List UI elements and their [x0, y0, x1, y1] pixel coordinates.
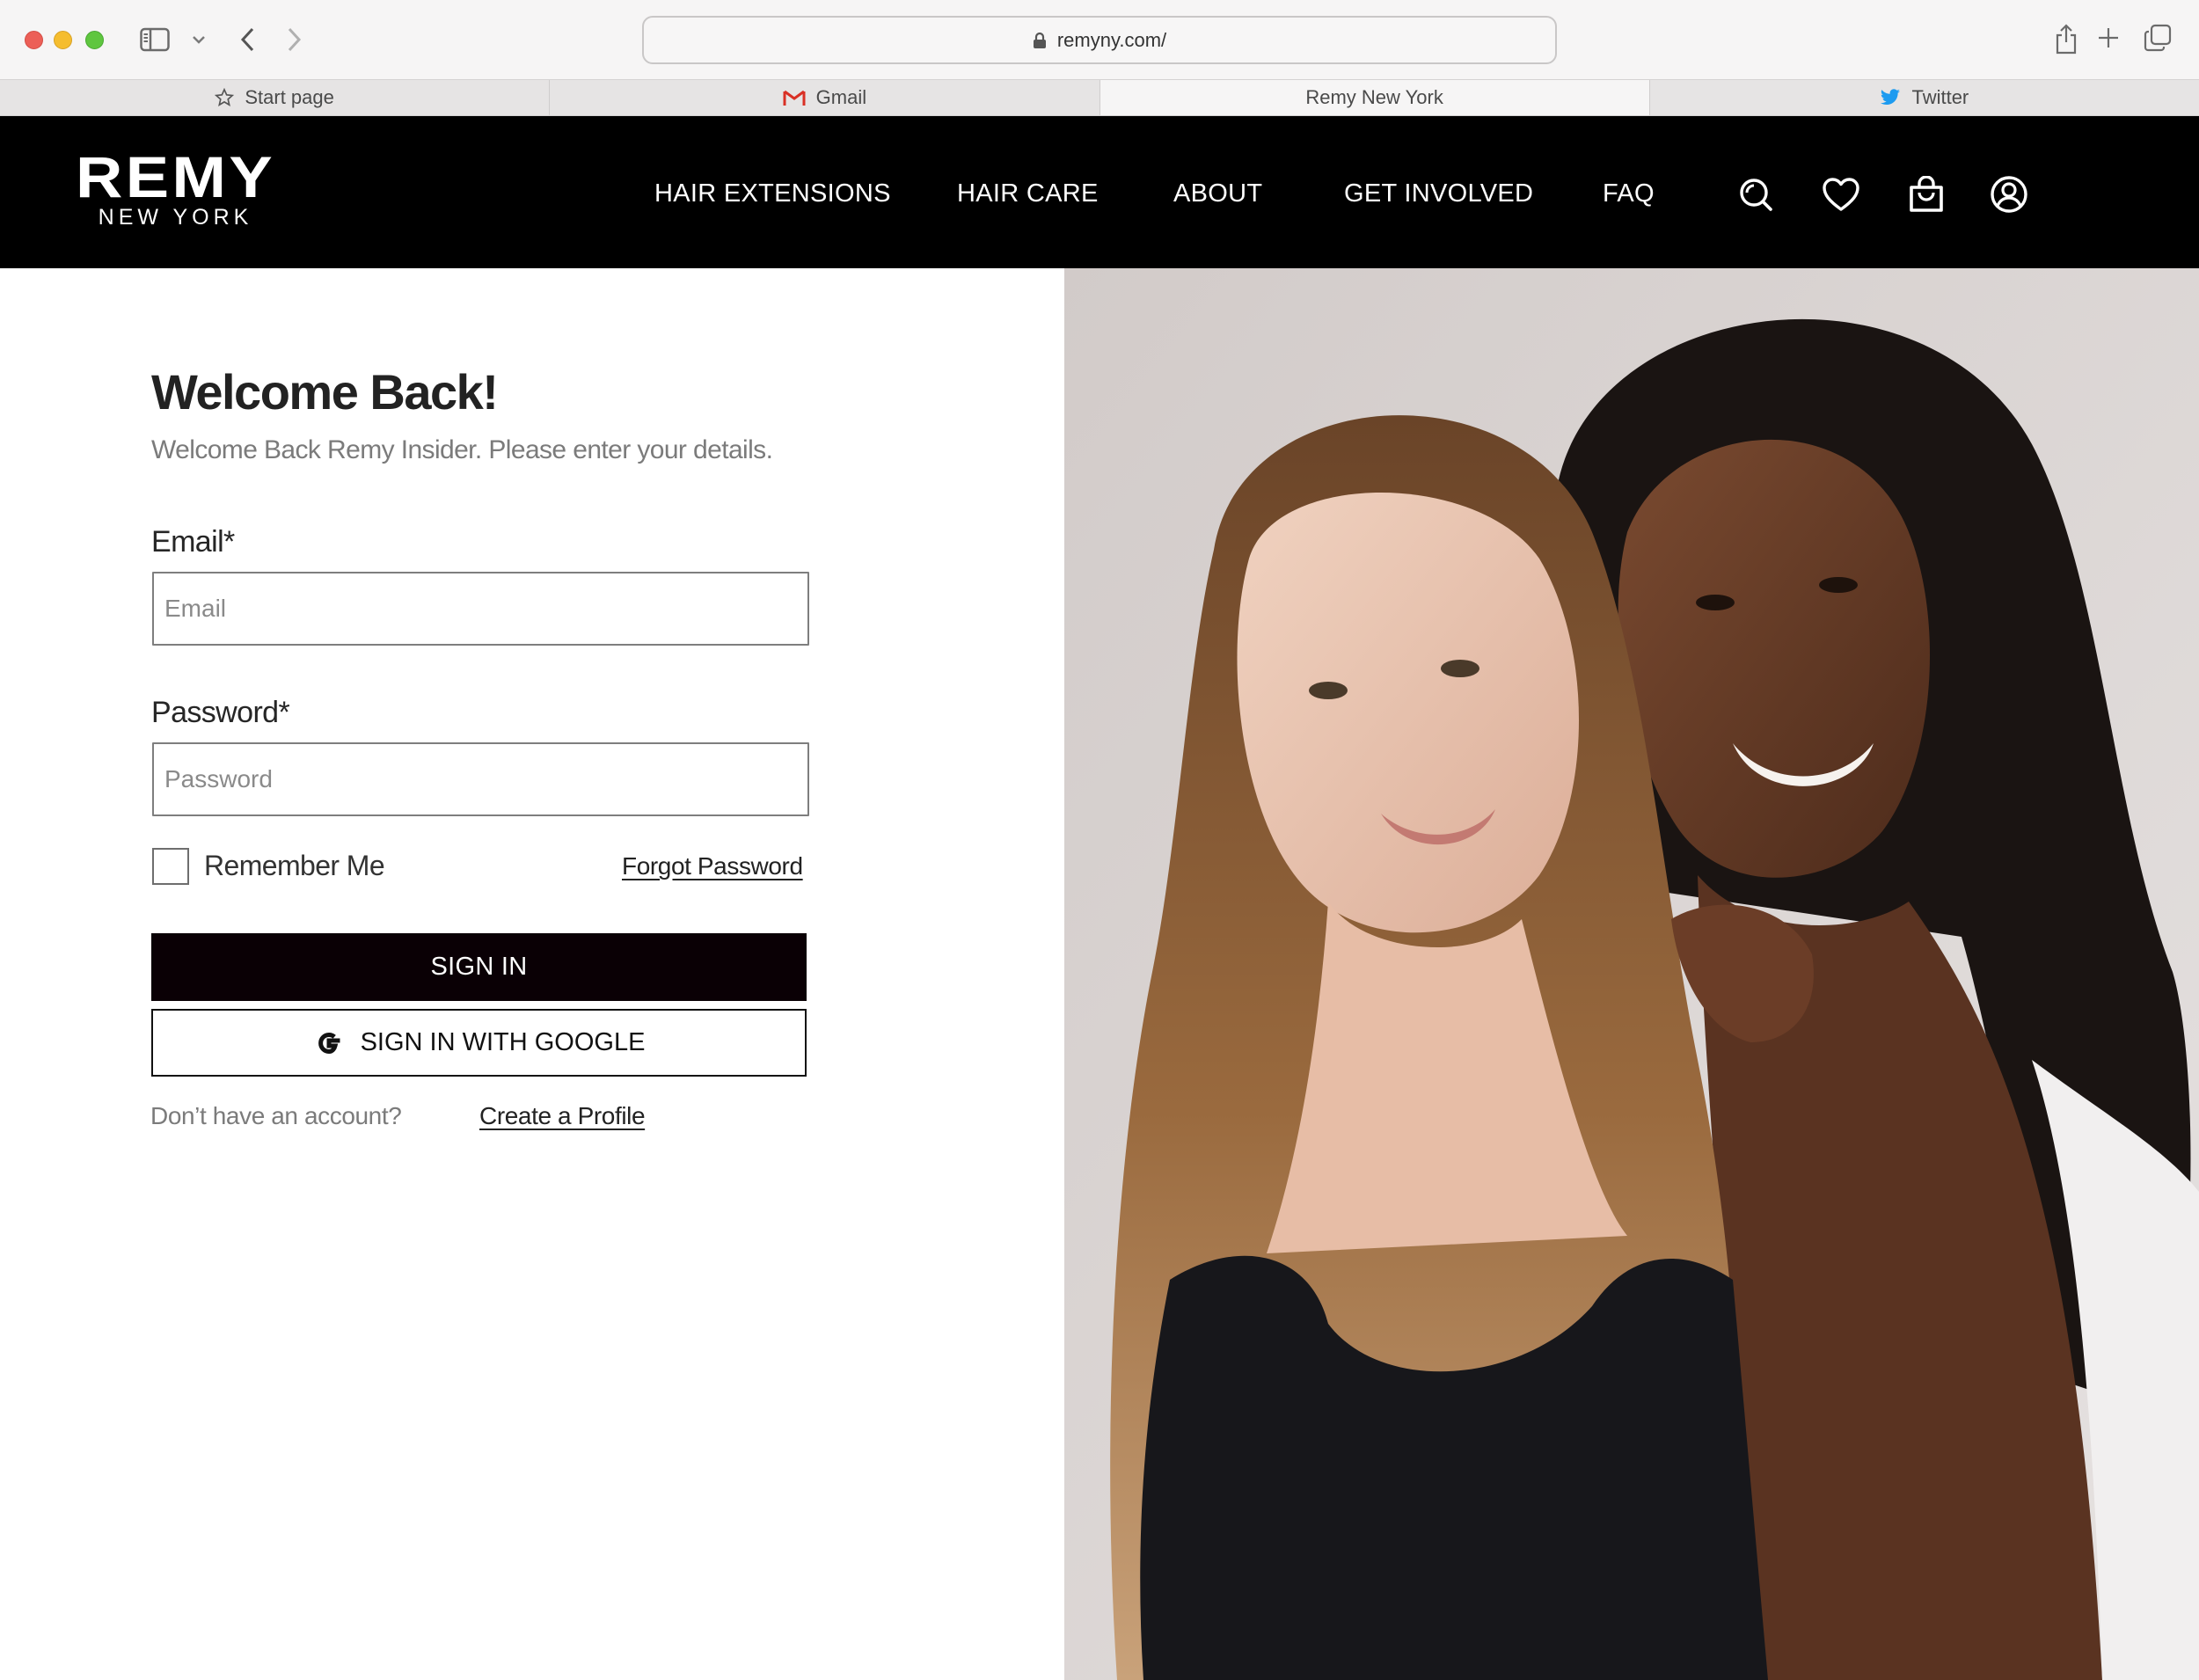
tab-label: Remy New York [1305, 86, 1443, 108]
tab-label: Twitter [1911, 86, 1969, 108]
tab-label: Gmail [815, 86, 867, 108]
tab-gmail[interactable]: Gmail [550, 80, 1100, 115]
nav-faq[interactable]: FAQ [1603, 179, 1655, 208]
heart-icon[interactable] [1821, 174, 1861, 215]
hero-photo [1064, 268, 2199, 1680]
close-window-button[interactable] [25, 31, 43, 49]
page-title: Welcome Back! [151, 364, 499, 420]
share-icon[interactable] [2053, 21, 2079, 56]
login-panel: Welcome Back! Welcome Back Remy Insider.… [0, 268, 1064, 1680]
twitter-icon [1881, 89, 1901, 105]
search-icon[interactable] [1735, 174, 1776, 215]
gmail-icon [783, 90, 806, 106]
forward-icon[interactable] [283, 25, 306, 55]
remember-me-checkbox[interactable] [152, 848, 189, 885]
forgot-password-link[interactable]: Forgot Password [622, 852, 803, 880]
remy-logo[interactable]: REMY NEW YORK [72, 148, 279, 230]
url-text: remyny.com/ [1056, 28, 1167, 51]
tab-overview-icon[interactable] [2143, 23, 2173, 53]
browser-window: remyny.com/ Start page Gmail Remy New Yo… [0, 0, 2199, 1680]
shopping-bag-icon[interactable] [1906, 174, 1947, 215]
google-icon [318, 1032, 340, 1054]
create-profile-link[interactable]: Create a Profile [479, 1102, 646, 1130]
sign-in-label: SIGN IN [430, 953, 528, 981]
back-icon[interactable] [236, 25, 259, 55]
address-bar[interactable]: remyny.com/ [642, 16, 1557, 64]
chevron-down-icon[interactable] [190, 32, 208, 47]
zoom-window-button[interactable] [85, 31, 104, 49]
tab-label: Start page [245, 86, 334, 108]
nav-about[interactable]: ABOUT [1173, 179, 1262, 208]
sidebar-toggle-icon[interactable] [139, 26, 171, 53]
nav-hair-care[interactable]: HAIR CARE [957, 179, 1099, 208]
tab-twitter[interactable]: Twitter [1650, 80, 2199, 115]
site-header: REMY NEW YORK HAIR EXTENSIONS HAIR CARE … [0, 116, 2199, 268]
star-icon [215, 88, 235, 106]
account-icon[interactable] [1989, 174, 2029, 215]
browser-toolbar: remyny.com/ [0, 0, 2199, 79]
lock-icon [1033, 32, 1046, 48]
tab-remy-new-york[interactable]: Remy New York [1100, 80, 1650, 115]
remember-me-label[interactable]: Remember Me [204, 850, 385, 882]
page-subtitle: Welcome Back Remy Insider. Please enter … [151, 435, 773, 464]
sign-in-google-button[interactable]: SIGN IN WITH GOOGLE [151, 1009, 807, 1077]
no-account-text: Don’t have an account? [150, 1102, 402, 1129]
models-photo-illustration [1064, 268, 2199, 1680]
logo-main-text: REMY [75, 144, 276, 209]
email-label: Email* [151, 525, 235, 559]
password-label: Password* [151, 696, 290, 729]
email-input[interactable] [152, 572, 809, 646]
nav-get-involved[interactable]: GET INVOLVED [1344, 179, 1533, 208]
password-input[interactable] [152, 742, 809, 816]
sign-in-google-label: SIGN IN WITH GOOGLE [360, 1028, 646, 1056]
minimize-window-button[interactable] [54, 31, 72, 49]
nav-hair-extensions[interactable]: HAIR EXTENSIONS [654, 179, 891, 208]
new-tab-icon[interactable] [2095, 25, 2122, 51]
tab-start-page[interactable]: Start page [0, 80, 551, 115]
sign-in-button[interactable]: SIGN IN [151, 933, 807, 1001]
tab-bar: Start page Gmail Remy New York Twitter [0, 79, 2199, 116]
